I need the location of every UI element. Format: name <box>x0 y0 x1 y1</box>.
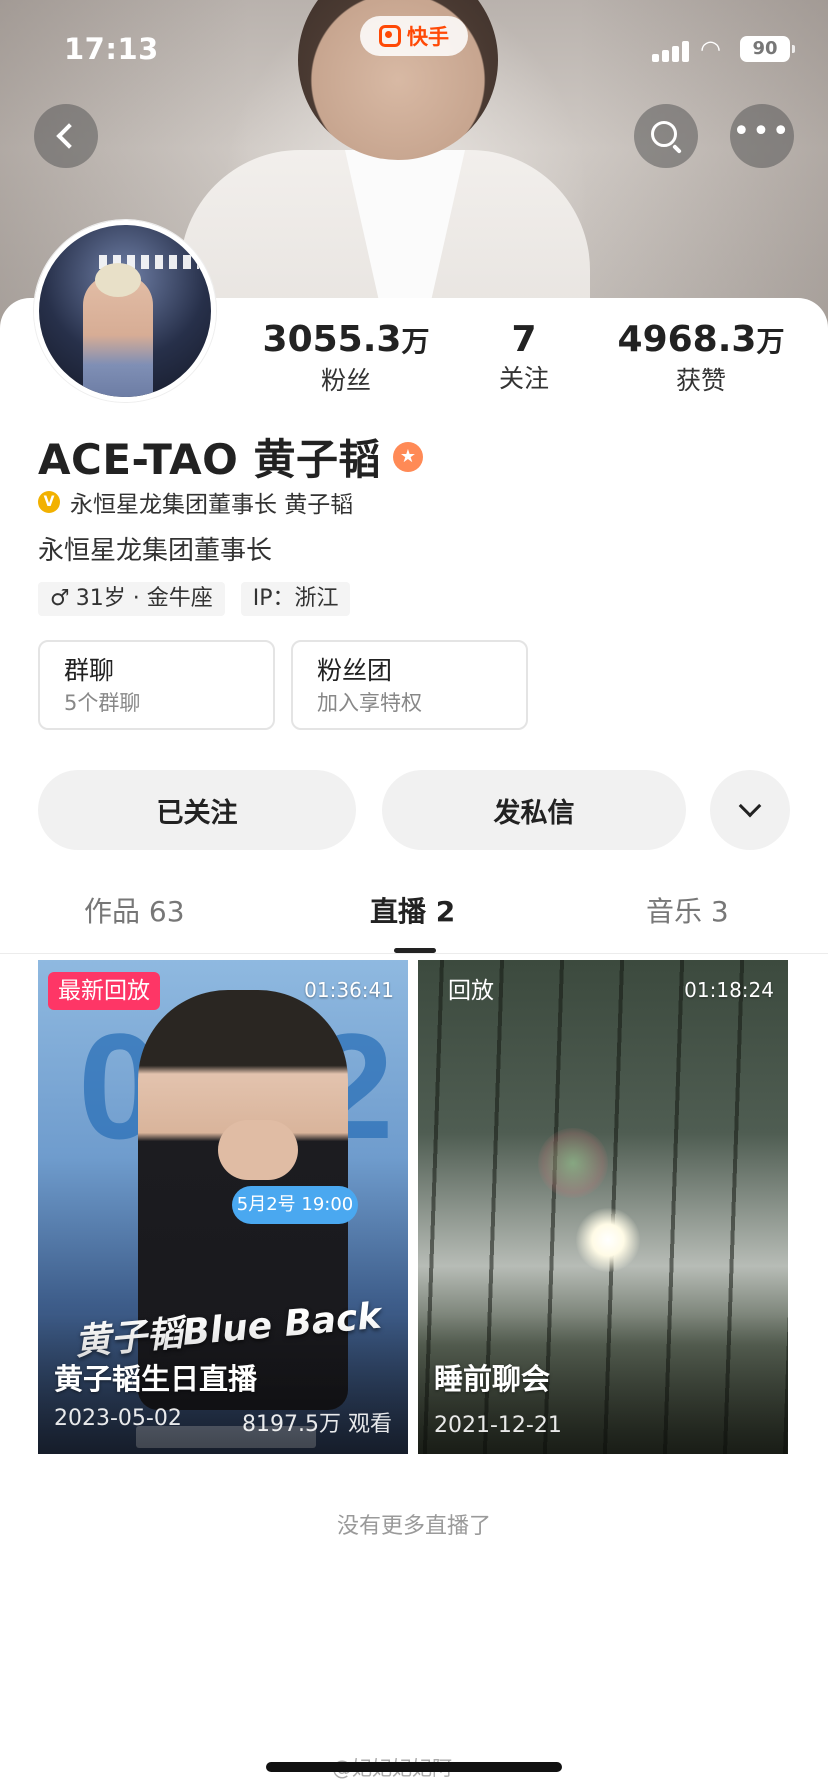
replay-views: 8197.5万 观看 <box>242 1412 392 1437</box>
replay-title: 睡前聊会 <box>434 1362 551 1396</box>
profile-actions: 已关注 发私信 <box>38 770 790 850</box>
replay-badge: 回放 <box>448 978 494 1004</box>
search-button[interactable] <box>634 104 698 168</box>
poster-time-bubble: 5月2号 19:00 <box>232 1186 358 1224</box>
tab-works[interactable]: 作品 63 <box>84 890 185 930</box>
active-tab-indicator <box>394 948 436 953</box>
status-bar: 17:13 快手 ◠ 90 <box>0 0 828 100</box>
status-time: 17:13 <box>64 32 159 66</box>
fan-club-subtitle: 加入享特权 <box>317 691 422 715</box>
group-chat-subtitle: 5个群聊 <box>64 691 141 715</box>
likes-unit: 万 <box>756 325 785 358</box>
chevron-down-icon <box>738 794 762 818</box>
home-indicator[interactable] <box>266 1762 562 1772</box>
group-chat-title: 群聊 <box>64 656 115 685</box>
content-tabs: 作品 63 直播 2 音乐 3 <box>0 880 828 954</box>
verification-row: V 永恒星龙集团董事长 黄子韬 <box>38 485 353 519</box>
likes-count: 4968.3 <box>617 319 757 360</box>
age-sign-tag: ♂ 31岁 · 金牛座 <box>38 582 225 616</box>
group-chat-card[interactable]: 群聊 5个群聊 <box>38 640 275 730</box>
kuaishou-logo-icon <box>379 25 401 47</box>
live-replay-tile[interactable]: 回放 01:18:24 睡前聊会 2021-12-21 <box>418 960 788 1454</box>
sun-glow <box>576 1208 640 1272</box>
ip-location-tag: IP：浙江 <box>240 582 351 616</box>
send-message-button[interactable]: 发私信 <box>382 770 686 850</box>
name-row: ACE-TAO 黄子韬 ★ <box>38 426 423 487</box>
more-button[interactable]: ••• <box>730 104 794 168</box>
wifi-icon: ◠ <box>700 35 721 63</box>
app-name: 快手 <box>407 25 449 49</box>
stat-likes-value: 4968.3万 <box>591 318 811 364</box>
tab-live[interactable]: 直播 2 <box>370 890 455 930</box>
profile-bio: 永恒星龙集团董事长 <box>38 536 273 566</box>
no-more-live-text: 没有更多直播了 <box>336 1514 491 1539</box>
ip-location-text: IP：浙江 <box>252 586 339 611</box>
replay-duration: 01:36:41 <box>304 978 394 1002</box>
profile-cards: 群聊 5个群聊 粉丝团 加入享特权 <box>38 640 528 730</box>
more-dots-icon: ••• <box>732 114 792 149</box>
stat-likes-label: 获赞 <box>675 366 726 395</box>
cellular-signal-icon <box>652 40 690 62</box>
followers-count: 3055.3 <box>262 319 402 360</box>
live-replay-grid: 0502 5月2号 19:00 黄子韬Blue Back 最新回放 01:36:… <box>38 960 790 1454</box>
profile-name: ACE-TAO 黄子韬 <box>38 435 381 484</box>
followed-button[interactable]: 已关注 <box>38 770 356 850</box>
latest-replay-badge: 最新回放 <box>48 972 160 1010</box>
chevron-left-icon <box>56 123 82 149</box>
stat-likes[interactable]: 4968.3万 获赞 <box>591 318 811 398</box>
age-sign-text: 31岁 · 金牛座 <box>75 586 213 611</box>
avatar-hair <box>95 263 141 297</box>
star-badge-icon[interactable]: ★ <box>393 441 423 472</box>
profile-tags: ♂ 31岁 · 金牛座 IP：浙江 <box>38 582 351 616</box>
app-indicator-pill[interactable]: 快手 <box>360 16 468 56</box>
lens-flare <box>538 1128 608 1198</box>
replay-meta: 2023-05-02 8197.5万 观看 <box>54 1406 392 1438</box>
verification-text: 永恒星龙集团董事长 黄子韬 <box>70 492 354 518</box>
poster-hand <box>218 1120 298 1180</box>
expand-button[interactable] <box>710 770 790 850</box>
live-replay-tile[interactable]: 0502 5月2号 19:00 黄子韬Blue Back 最新回放 01:36:… <box>38 960 408 1454</box>
following-count: 7 <box>511 319 537 360</box>
replay-date: 2021-12-21 <box>434 1413 562 1438</box>
replay-title: 黄子韬生日直播 <box>54 1362 258 1396</box>
back-button[interactable] <box>34 104 98 168</box>
tab-music[interactable]: 音乐 3 <box>646 890 729 930</box>
battery-icon: 90 <box>740 36 795 62</box>
verified-badge-icon: V <box>38 491 60 513</box>
replay-meta: 2021-12-21 <box>434 1413 772 1438</box>
replay-duration: 01:18:24 <box>684 978 774 1002</box>
replay-date: 2023-05-02 <box>54 1406 182 1431</box>
profile-stats: 3055.3万 粉丝 7 关注 4968.3万 获赞 <box>0 318 828 398</box>
search-icon <box>651 121 677 147</box>
fan-club-card[interactable]: 粉丝团 加入享特权 <box>291 640 528 730</box>
fan-club-title: 粉丝团 <box>317 656 393 685</box>
male-gender-icon: ♂ <box>50 586 70 611</box>
